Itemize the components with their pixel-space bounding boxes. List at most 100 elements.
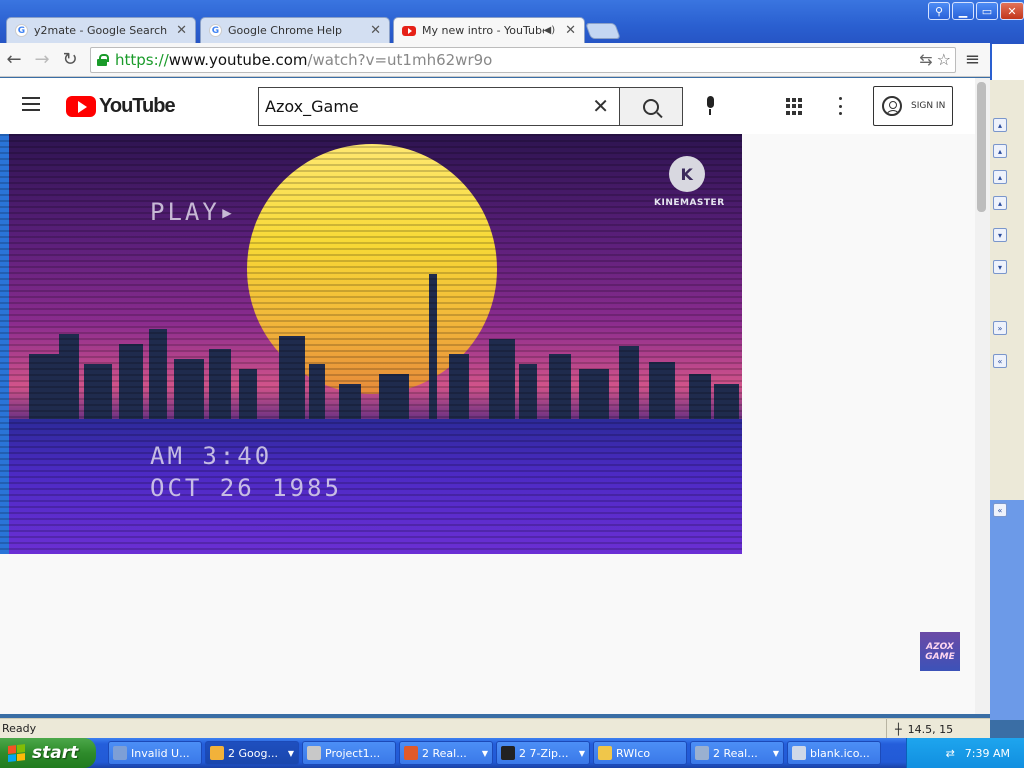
- youtube-logo[interactable]: YouTube: [66, 95, 176, 118]
- status-text: Ready: [2, 722, 37, 735]
- youtube-logo-text: YouTube: [99, 95, 176, 117]
- group-arrow-icon: ▼: [481, 748, 488, 758]
- vhs-date-label: OCT 26 1985: [150, 474, 342, 502]
- start-label: start: [32, 743, 79, 763]
- translate-icon[interactable]: ⇆: [919, 50, 932, 69]
- windows-logo-icon: [8, 744, 26, 762]
- kinemaster-watermark: K KINEMASTER: [654, 156, 725, 208]
- app-icon: [695, 746, 709, 760]
- spin-up-icon[interactable]: ▴: [993, 170, 1007, 184]
- new-tab-button[interactable]: [585, 23, 621, 39]
- background-sidebar: [990, 500, 1024, 720]
- url-host: www.youtube.com: [168, 51, 308, 69]
- taskbar-buttons: Invalid U... 2 Goog... ▼ Project1... 2 Real.…: [108, 741, 881, 765]
- expand-down-icon[interactable]: »: [993, 321, 1007, 335]
- taskbar-button[interactable]: blank.ico...: [787, 741, 881, 765]
- sign-in-button[interactable]: SIGN IN: [873, 86, 953, 126]
- close-tab-icon[interactable]: ✕: [176, 23, 187, 38]
- taskbar-button-label: RWIco: [616, 746, 651, 760]
- tab-title: Google Chrome Help: [228, 24, 343, 37]
- user-icon[interactable]: ⚲: [928, 2, 950, 20]
- collapse-up-icon[interactable]: «: [993, 354, 1007, 368]
- taskbar-button-label: Project1...: [325, 746, 381, 760]
- taskbar-button-label: 2 Real...: [422, 746, 467, 760]
- dropdown-arrow-icon[interactable]: ▾: [993, 260, 1007, 274]
- bookmark-star-icon[interactable]: ☆: [937, 50, 951, 69]
- hamburger-menu-icon[interactable]: [22, 97, 40, 111]
- group-arrow-icon: ▼: [578, 748, 585, 758]
- video-player[interactable]: PLAY▸ AM 3:40 OCT 26 1985 K KINEMASTER: [0, 134, 742, 554]
- group-arrow-icon: ▼: [287, 748, 294, 758]
- back-button[interactable]: ←: [0, 46, 28, 74]
- taskbar-button[interactable]: 2 Goog... ▼: [205, 741, 299, 765]
- reload-button[interactable]: ↻: [56, 46, 84, 74]
- clock[interactable]: 7:39 AM: [965, 747, 1010, 760]
- collapse-up-icon[interactable]: «: [993, 503, 1007, 517]
- tab-y2mate[interactable]: G y2mate - Google Search ✕: [6, 17, 196, 43]
- browser-toolbar: ← → ↻ https:// www.youtube.com /watch?v=…: [0, 43, 990, 77]
- vhs-play-label: PLAY▸: [150, 198, 238, 226]
- forward-button[interactable]: →: [28, 46, 56, 74]
- coords-value: 14.5, 15: [907, 722, 954, 736]
- tab-chrome-help[interactable]: G Google Chrome Help ✕: [200, 17, 390, 43]
- speaker-icon[interactable]: ◀): [544, 25, 556, 36]
- app-icon: [501, 746, 515, 760]
- system-tray: ⇄ 7:39 AM: [906, 738, 1024, 768]
- microphone-icon[interactable]: [705, 96, 715, 116]
- apps-grid-icon[interactable]: [786, 98, 803, 115]
- taskbar-button[interactable]: Project1...: [302, 741, 396, 765]
- search-input[interactable]: Azox_Game ✕: [258, 87, 620, 126]
- tab-title: y2mate - Google Search: [34, 24, 168, 37]
- scrollbar-thumb[interactable]: [977, 82, 986, 212]
- vhs-time-label: AM 3:40: [150, 442, 273, 470]
- maximize-button[interactable]: ▭: [976, 2, 998, 20]
- spin-up-icon[interactable]: ▴: [993, 196, 1007, 210]
- dropdown-arrow-icon[interactable]: ▾: [993, 228, 1007, 242]
- spin-up-icon[interactable]: ▴: [993, 144, 1007, 158]
- close-tab-icon[interactable]: ✕: [565, 23, 576, 38]
- clear-search-icon[interactable]: ✕: [592, 94, 609, 118]
- app-icon: [307, 746, 321, 760]
- search-button[interactable]: [619, 87, 683, 126]
- minimize-button[interactable]: ▁: [952, 2, 974, 20]
- network-icon[interactable]: ⇄: [946, 747, 955, 760]
- app-icon: [210, 746, 224, 760]
- taskbar-button-label: Invalid U...: [131, 746, 190, 760]
- app-icon: [404, 746, 418, 760]
- address-bar[interactable]: https:// www.youtube.com /watch?v=ut1mh6…: [90, 47, 956, 73]
- taskbar-button[interactable]: Invalid U...: [108, 741, 202, 765]
- search-icon: [643, 98, 659, 115]
- channel-badge-line2: GAME: [925, 651, 955, 662]
- taskbar-button-label: 2 7-Zip...: [519, 746, 569, 760]
- tab-strip: G y2mate - Google Search ✕ G Google Chro…: [0, 17, 990, 43]
- search-query: Azox_Game: [265, 97, 359, 116]
- more-options-icon[interactable]: [839, 97, 843, 115]
- taskbar-button[interactable]: RWIco: [593, 741, 687, 765]
- kinemaster-logo-icon: K: [669, 156, 705, 192]
- youtube-header: YouTube Azox_Game ✕ SIGN IN: [0, 78, 975, 134]
- scanlines: [0, 134, 742, 554]
- url-scheme: https://: [115, 51, 169, 69]
- app-icon: [792, 746, 806, 760]
- page-scrollbar[interactable]: [975, 78, 990, 714]
- tab-title: My new intro - YouTube: [422, 24, 544, 37]
- url-path: /watch?v=ut1mh62wr9o: [307, 51, 493, 69]
- account-icon: [882, 96, 902, 116]
- taskbar-button[interactable]: 2 7-Zip... ▼: [496, 741, 590, 765]
- kinemaster-label: KINEMASTER: [654, 198, 725, 208]
- spin-up-icon[interactable]: ▴: [993, 118, 1007, 132]
- google-icon: G: [209, 24, 222, 37]
- chrome-menu-icon[interactable]: ≡: [965, 49, 980, 70]
- app-icon: [113, 746, 127, 760]
- crosshair-icon: ┼: [895, 722, 902, 736]
- taskbar-button[interactable]: 2 Real... ▼: [690, 741, 784, 765]
- close-button[interactable]: ✕: [1000, 2, 1024, 20]
- app-icon: [598, 746, 612, 760]
- tab-youtube[interactable]: My new intro - YouTube ◀) ✕: [393, 17, 585, 43]
- channel-badge[interactable]: AZOX GAME: [920, 632, 960, 671]
- close-tab-icon[interactable]: ✕: [370, 23, 381, 38]
- taskbar: start Invalid U... 2 Goog... ▼ Project1... 2…: [0, 738, 1024, 768]
- start-button[interactable]: start: [0, 738, 96, 768]
- window-controls: ⚲ ▁ ▭ ✕: [928, 2, 1024, 20]
- taskbar-button[interactable]: 2 Real... ▼: [399, 741, 493, 765]
